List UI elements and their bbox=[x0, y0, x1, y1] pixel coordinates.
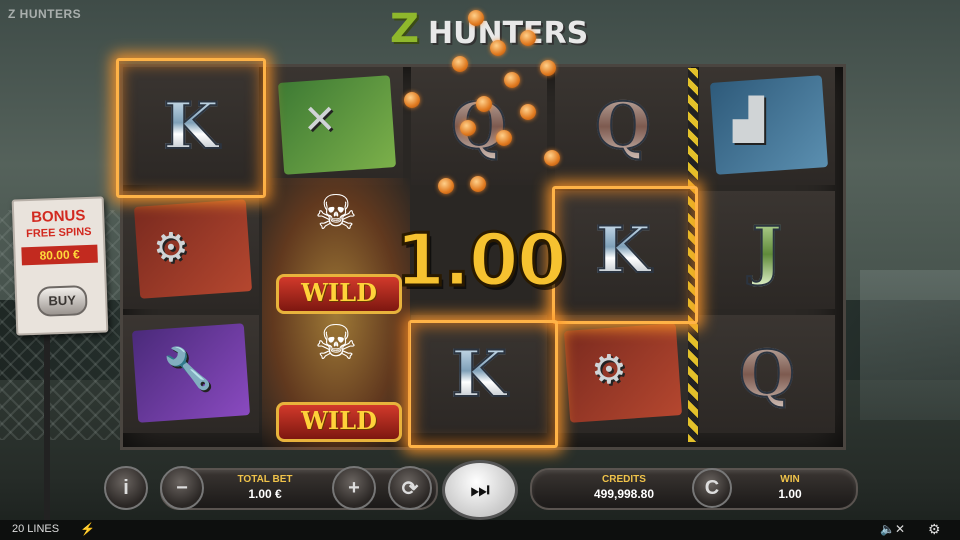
reel-cell-1-5: ▟ bbox=[699, 67, 835, 185]
win-highlight bbox=[116, 58, 266, 198]
chainsaw-icon: ⚙ bbox=[153, 226, 189, 270]
increase-bet-button[interactable]: + bbox=[332, 466, 376, 510]
spin-button[interactable]: ⏭ bbox=[442, 460, 518, 520]
reel-cell-1-3: Q bbox=[411, 67, 547, 185]
skull-wild-icon: ☠ bbox=[314, 317, 358, 370]
coin-icon bbox=[460, 120, 476, 136]
coin-icon bbox=[476, 96, 492, 112]
coin-icon bbox=[438, 178, 454, 194]
reel-cell-2-5: J bbox=[699, 191, 835, 309]
logo-z: Z bbox=[390, 6, 420, 52]
info-button[interactable]: i bbox=[104, 466, 148, 510]
total-bet-label: TOTAL BET bbox=[237, 474, 293, 485]
win-value: 1.00 bbox=[778, 487, 802, 501]
reel-cell-1-2: ✕ bbox=[267, 67, 403, 185]
autoplay-button[interactable]: ⟳ bbox=[388, 466, 432, 510]
coin-icon bbox=[520, 104, 536, 120]
coin-icon bbox=[496, 130, 512, 146]
paylines-label: 20 LINES bbox=[12, 523, 60, 535]
bonus-subtitle: FREE SPINS bbox=[25, 225, 92, 241]
coin-icon bbox=[504, 72, 520, 88]
total-bet-value: 1.00 € bbox=[248, 487, 282, 501]
settings-gear-icon[interactable]: ⚙ bbox=[928, 521, 941, 538]
win-label: WIN bbox=[780, 474, 800, 485]
buy-bonus-button[interactable]: BUY bbox=[36, 285, 88, 317]
coin-icon bbox=[520, 30, 536, 46]
skull-wild-icon: ☠ bbox=[314, 187, 358, 240]
reel-cell-2-1: ⚙ bbox=[123, 191, 259, 309]
reel-cell-3-1: 🔧 bbox=[123, 315, 259, 433]
coin-icon bbox=[452, 56, 468, 72]
symbol-q: Q bbox=[594, 88, 652, 165]
kunai-icon: ✕ bbox=[303, 98, 337, 142]
wild-banner: WILD bbox=[276, 274, 402, 314]
sign-pole bbox=[44, 328, 50, 528]
reel-cell-3-4: ⚙ bbox=[555, 315, 691, 433]
chainsaw-icon: ⚙ bbox=[591, 348, 627, 392]
wild-banner: WILD bbox=[276, 402, 402, 442]
coin-icon bbox=[544, 150, 560, 166]
brand-title: Z HUNTERS bbox=[8, 7, 82, 21]
logo-word: HUNTERS bbox=[428, 16, 589, 51]
decrease-bet-button[interactable]: − bbox=[160, 466, 204, 510]
background-bridge bbox=[860, 270, 960, 420]
uzi-icon: ▟ bbox=[733, 98, 764, 142]
symbol-j: J bbox=[751, 212, 783, 289]
kunai-tile bbox=[277, 75, 397, 175]
coin-icon bbox=[470, 176, 486, 192]
bonus-title: BONUS bbox=[30, 207, 86, 226]
turbo-icon[interactable]: ⚡ bbox=[80, 522, 95, 536]
control-bar: i − TOTAL BET 1.00 € + ⟳ ⏭ CREDITS 499,9… bbox=[104, 460, 858, 520]
credits-label: CREDITS bbox=[602, 474, 646, 485]
coin-icon bbox=[404, 92, 420, 108]
bonus-buy-sign: BONUS FREE SPINS 80.00 € BUY bbox=[11, 196, 109, 336]
currency-toggle-button[interactable]: C bbox=[692, 468, 732, 508]
skip-icon: ⏭ bbox=[470, 477, 490, 502]
coin-icon bbox=[540, 60, 556, 76]
sound-icon[interactable]: 🔈✕ bbox=[880, 522, 905, 536]
bonus-price: 80.00 € bbox=[21, 244, 98, 266]
uzi-tile bbox=[709, 75, 829, 175]
coin-icon bbox=[468, 10, 484, 26]
reel-cell-1-4: Q bbox=[555, 67, 691, 185]
wrench-icon: 🔧 bbox=[163, 347, 213, 391]
win-highlight bbox=[408, 320, 558, 448]
expanded-wild: ☠ WILD ☠ WILD bbox=[262, 178, 410, 450]
coin-icon bbox=[490, 40, 506, 56]
autoplay-icon: ⟳ bbox=[401, 477, 419, 500]
status-bar: 20 LINES ⚡ 🔈✕ ⚙ bbox=[0, 520, 960, 540]
reel-cell-3-5: Q bbox=[699, 315, 835, 433]
credits-value: 499,998.80 bbox=[593, 487, 655, 501]
win-highlight bbox=[552, 186, 698, 324]
symbol-q: Q bbox=[738, 336, 796, 413]
chainsaw-tile bbox=[133, 199, 253, 299]
win-amount-display: 1.00 bbox=[394, 217, 569, 304]
